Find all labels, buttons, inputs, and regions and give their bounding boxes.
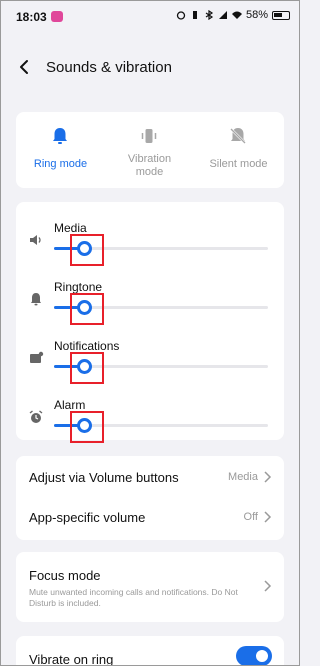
bell-icon (31, 293, 41, 306)
adjust-via-volume-buttons-row[interactable]: Adjust via Volume buttons Media (16, 456, 284, 498)
back-arrow-icon[interactable] (16, 58, 34, 76)
toggle-knob (254, 648, 270, 664)
ring-mode-option[interactable]: Ring mode (16, 112, 105, 188)
vibration-mode-option[interactable]: Vibration mode (105, 112, 194, 188)
app-volume-value: Off (243, 511, 258, 523)
chevron-right-icon (264, 511, 272, 523)
battery-percent: 58% (245, 9, 268, 21)
status-bar: 18:03 58% (0, 0, 300, 34)
sound-mode-selector: Ring mode Vibration mode Silent mode (16, 112, 284, 188)
vibrate-icon (141, 129, 157, 143)
alarm-status-icon (176, 11, 186, 20)
notification-icon (30, 351, 44, 363)
bell-icon (53, 128, 67, 144)
ringtone-label: Ringtone (54, 280, 103, 294)
bell-off-icon (230, 128, 246, 144)
silent-mode-label: Silent mode (209, 158, 268, 170)
ringtone-volume-row: Ringtone (16, 265, 284, 325)
app-volume-label: App-specific volume (29, 510, 146, 525)
header: Sounds & vibration (0, 46, 300, 90)
alarm-label: Alarm (54, 398, 86, 412)
adjust-value: Media (228, 471, 258, 483)
chevron-right-icon (264, 471, 272, 483)
highlight-box (70, 293, 104, 325)
ring-mode-label: Ring mode (33, 158, 88, 170)
vibrate-on-ring-row: Vibrate on ring (16, 636, 284, 666)
page-title: Sounds & vibration (46, 59, 172, 76)
notifications-volume-row: Notifications (16, 324, 284, 384)
chevron-right-icon (264, 580, 272, 592)
vibrate-on-ring-toggle[interactable] (236, 646, 272, 666)
app-notification-icon (51, 11, 63, 22)
adjust-label: Adjust via Volume buttons (29, 470, 179, 485)
status-time: 18:03 (16, 10, 47, 24)
alarm-volume-row: Alarm (16, 383, 284, 443)
vibrate-status-icon (192, 11, 197, 19)
status-icons: 58% (176, 9, 290, 21)
highlight-box (70, 234, 104, 266)
highlight-box (70, 411, 104, 443)
notifications-label: Notifications (54, 339, 120, 353)
bluetooth-icon (205, 10, 214, 20)
alarm-clock-icon (29, 410, 43, 423)
focus-mode-description: Mute unwanted incoming calls and notific… (29, 587, 238, 608)
media-volume-row: Media (16, 206, 284, 266)
battery-icon (272, 10, 290, 20)
signal-icon (218, 11, 227, 19)
media-label: Media (54, 221, 87, 235)
speaker-icon (30, 235, 41, 245)
vibration-mode-label: Vibration mode (127, 153, 172, 178)
focus-mode-row[interactable]: Focus mode Mute unwanted incoming calls … (16, 552, 284, 622)
focus-mode-title: Focus mode (29, 568, 101, 583)
vibrate-on-ring-label: Vibrate on ring (29, 652, 114, 666)
volume-settings-card: Adjust via Volume buttons Media App-spec… (16, 456, 284, 540)
app-specific-volume-row[interactable]: App-specific volume Off (16, 496, 284, 538)
silent-mode-option[interactable]: Silent mode (194, 112, 283, 188)
highlight-box (70, 352, 104, 384)
wifi-icon (231, 11, 242, 19)
volume-card: Media Ringtone Notifications Alarm (16, 202, 284, 443)
